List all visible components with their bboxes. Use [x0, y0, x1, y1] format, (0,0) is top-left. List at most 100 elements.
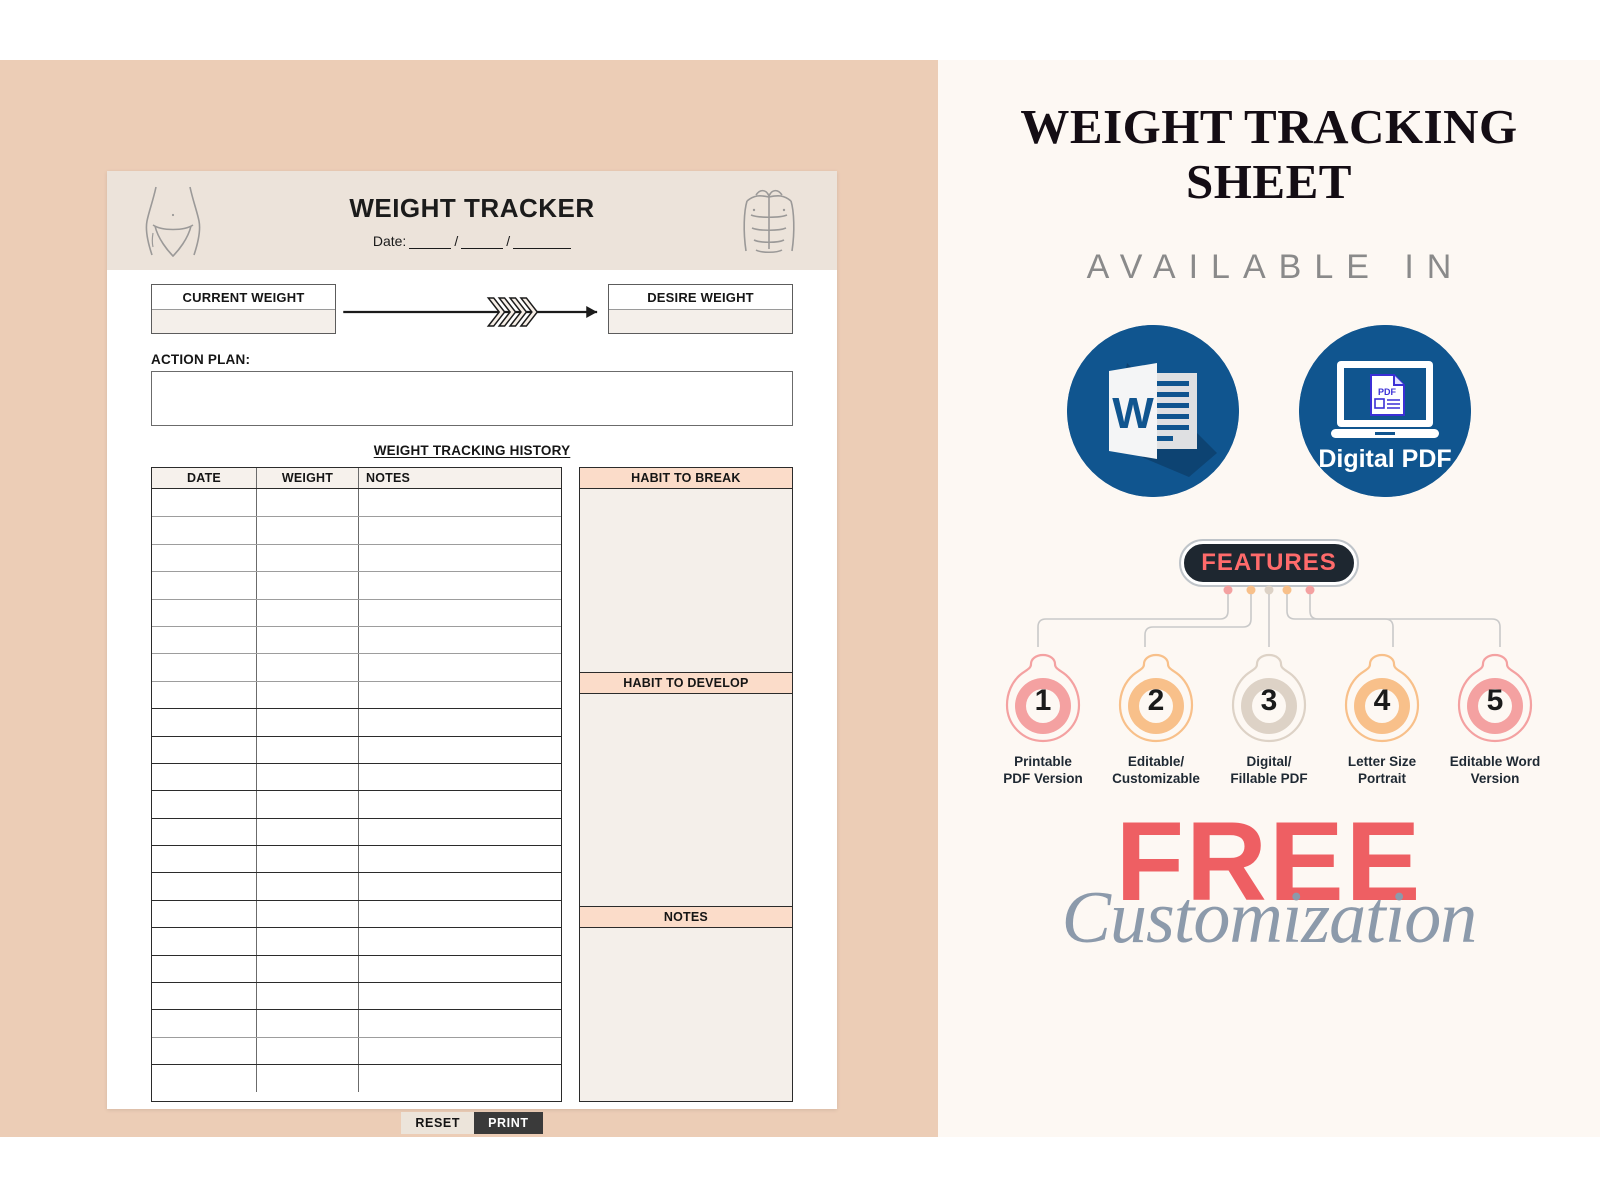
- table-cell-notes[interactable]: [359, 873, 561, 899]
- table-cell-weight[interactable]: [257, 736, 359, 763]
- table-cell-notes[interactable]: [359, 709, 561, 735]
- table-row[interactable]: [152, 680, 561, 709]
- table-cell-date[interactable]: [152, 709, 257, 736]
- table-row[interactable]: [152, 571, 561, 599]
- table-cell-date[interactable]: [152, 846, 257, 873]
- table-cell-notes[interactable]: [359, 846, 561, 872]
- table-cell-weight[interactable]: [257, 763, 359, 791]
- table-cell-notes[interactable]: [359, 764, 561, 790]
- table-cell-notes[interactable]: [359, 1038, 561, 1064]
- table-row[interactable]: [152, 899, 561, 928]
- table-row[interactable]: [152, 872, 561, 900]
- table-cell-weight[interactable]: [257, 681, 359, 709]
- table-row[interactable]: [152, 817, 561, 846]
- table-cell-weight[interactable]: [257, 818, 359, 846]
- table-row[interactable]: [152, 954, 561, 983]
- table-cell-weight[interactable]: [257, 544, 359, 572]
- table-cell-date[interactable]: [152, 544, 257, 572]
- notes-input[interactable]: [579, 928, 792, 1101]
- table-cell-date[interactable]: [152, 681, 257, 709]
- date-month-blank[interactable]: [461, 247, 504, 249]
- habit-to-develop-input[interactable]: [579, 694, 792, 906]
- table-cell-weight[interactable]: [257, 517, 359, 544]
- reset-button[interactable]: RESET: [401, 1112, 475, 1134]
- table-cell-date[interactable]: [152, 626, 257, 654]
- table-cell-weight[interactable]: [257, 599, 359, 626]
- table-cell-notes[interactable]: [359, 928, 561, 954]
- action-plan-input[interactable]: [151, 371, 793, 426]
- table-cell-notes[interactable]: [359, 682, 561, 708]
- table-cell-weight[interactable]: [257, 928, 359, 955]
- table-cell-notes[interactable]: [359, 517, 561, 543]
- desire-weight-input[interactable]: [609, 309, 792, 333]
- table-row[interactable]: [152, 790, 561, 818]
- table-cell-notes[interactable]: [359, 791, 561, 817]
- table-row[interactable]: [152, 762, 561, 791]
- table-cell-notes[interactable]: [359, 901, 561, 927]
- table-row[interactable]: [152, 516, 561, 544]
- date-year-blank[interactable]: [513, 247, 572, 249]
- table-cell-date[interactable]: [152, 763, 257, 791]
- desire-weight-box[interactable]: DESIRE WEIGHT: [608, 284, 793, 334]
- table-cell-date[interactable]: [152, 1010, 257, 1037]
- table-cell-date[interactable]: [152, 791, 257, 818]
- print-button[interactable]: PRINT: [474, 1112, 543, 1134]
- table-cell-date[interactable]: [152, 736, 257, 763]
- table-cell-date[interactable]: [152, 489, 257, 517]
- table-cell-date[interactable]: [152, 900, 257, 928]
- table-row[interactable]: [152, 1009, 561, 1037]
- table-cell-weight[interactable]: [257, 709, 359, 736]
- table-cell-notes[interactable]: [359, 1065, 561, 1091]
- table-row[interactable]: [152, 489, 561, 517]
- table-row[interactable]: [152, 982, 561, 1010]
- table-cell-date[interactable]: [152, 955, 257, 983]
- date-field[interactable]: Date: / /: [349, 233, 594, 249]
- table-cell-date[interactable]: [152, 654, 257, 681]
- table-cell-date[interactable]: [152, 818, 257, 846]
- table-row[interactable]: [152, 735, 561, 763]
- table-row[interactable]: [152, 927, 561, 955]
- table-cell-weight[interactable]: [257, 572, 359, 599]
- table-cell-weight[interactable]: [257, 1010, 359, 1037]
- table-row[interactable]: [152, 1036, 561, 1065]
- table-cell-date[interactable]: [152, 1037, 257, 1065]
- table-row[interactable]: [152, 708, 561, 736]
- table-cell-notes[interactable]: [359, 737, 561, 763]
- current-weight-input[interactable]: [152, 309, 335, 333]
- table-cell-weight[interactable]: [257, 955, 359, 983]
- table-cell-weight[interactable]: [257, 1065, 359, 1092]
- table-cell-weight[interactable]: [257, 900, 359, 928]
- date-day-blank[interactable]: [409, 247, 452, 249]
- table-cell-weight[interactable]: [257, 626, 359, 654]
- table-cell-weight[interactable]: [257, 873, 359, 900]
- table-cell-notes[interactable]: [359, 489, 561, 516]
- table-cell-notes[interactable]: [359, 1010, 561, 1036]
- table-cell-notes[interactable]: [359, 627, 561, 653]
- table-cell-notes[interactable]: [359, 819, 561, 845]
- table-row[interactable]: [152, 1064, 561, 1092]
- table-cell-notes[interactable]: [359, 654, 561, 680]
- table-cell-weight[interactable]: [257, 1037, 359, 1065]
- table-cell-weight[interactable]: [257, 983, 359, 1010]
- table-cell-date[interactable]: [152, 1065, 257, 1092]
- current-weight-box[interactable]: CURRENT WEIGHT: [151, 284, 336, 334]
- table-cell-date[interactable]: [152, 983, 257, 1010]
- table-row[interactable]: [152, 625, 561, 654]
- table-cell-notes[interactable]: [359, 983, 561, 1009]
- table-cell-date[interactable]: [152, 517, 257, 544]
- table-cell-weight[interactable]: [257, 489, 359, 517]
- table-cell-notes[interactable]: [359, 956, 561, 982]
- table-row[interactable]: [152, 598, 561, 626]
- habit-to-break-input[interactable]: [579, 489, 792, 672]
- table-cell-notes[interactable]: [359, 545, 561, 571]
- table-cell-date[interactable]: [152, 572, 257, 599]
- table-cell-notes[interactable]: [359, 600, 561, 626]
- table-cell-weight[interactable]: [257, 654, 359, 681]
- table-cell-notes[interactable]: [359, 572, 561, 598]
- table-cell-weight[interactable]: [257, 846, 359, 873]
- table-row[interactable]: [152, 653, 561, 681]
- table-row[interactable]: [152, 543, 561, 572]
- table-row[interactable]: [152, 845, 561, 873]
- table-cell-date[interactable]: [152, 599, 257, 626]
- table-cell-date[interactable]: [152, 873, 257, 900]
